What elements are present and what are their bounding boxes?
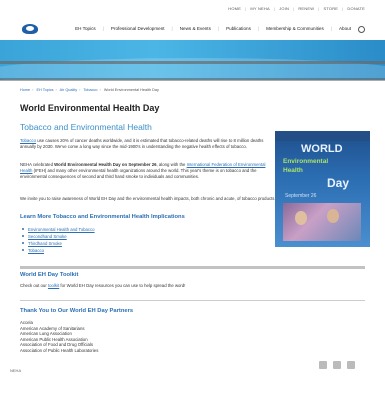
page-footer: NEHA: [0, 355, 385, 373]
separator: |: [318, 6, 320, 11]
list-item-secondhand[interactable]: Secondhand Smoke: [22, 233, 95, 240]
section-divider: [20, 266, 365, 269]
hero-banner: [0, 40, 385, 80]
toolkit-paragraph: Check out our toolkit for World EH Day r…: [20, 283, 320, 289]
main-nav: EH Topics | Professional Development | New…: [75, 26, 365, 33]
world-eh-day-poster: WORLD Environmental Health Day September…: [275, 131, 370, 247]
separator: |: [245, 6, 247, 11]
text: (IFEH) and many other environmental heal…: [20, 168, 257, 179]
nav-item-professional-development[interactable]: Professional Development: [111, 26, 165, 33]
topbar-link-join[interactable]: JOIN: [279, 6, 289, 16]
poster-text: WORLD: [301, 143, 343, 155]
topbar-link-my-neha[interactable]: MY NEHA: [250, 6, 270, 16]
breadcrumb-air-quality[interactable]: Air Quality: [60, 88, 78, 92]
nav-item-news-events[interactable]: News & Events: [180, 26, 211, 33]
nav-item-publications[interactable]: Publications: [226, 26, 251, 33]
intro-paragraph: Tobacco use causes 20% of cancer deaths …: [20, 138, 270, 150]
poster-text: Health: [283, 167, 303, 174]
text: for World EH Day resources you can use t…: [59, 283, 186, 288]
breadcrumb: Home › EH Topics › Air Quality › Tobacco › W…: [20, 88, 159, 92]
list-item-eh-tobacco[interactable]: Environmental Health and Tobacco: [22, 226, 95, 233]
poster-text: Environmental: [283, 158, 329, 165]
person-figure: [327, 209, 339, 223]
celebration-paragraph: NEHA celebrated World Environmental Heal…: [20, 162, 270, 180]
breadcrumb-home[interactable]: Home: [20, 88, 30, 92]
play-icon[interactable]: [333, 361, 341, 369]
tobacco-link[interactable]: Tobacco: [20, 138, 36, 143]
page-title: World Environmental Health Day: [20, 103, 160, 113]
separator: |: [293, 6, 295, 11]
separator: |: [217, 26, 220, 31]
learn-more-title: Learn More Tobacco and Environmental Hea…: [20, 214, 185, 220]
nav-item-membership[interactable]: Membership & Communities: [266, 26, 324, 33]
chevron-right-icon: ›: [55, 88, 57, 92]
breadcrumb-eh-topics[interactable]: EH Topics: [36, 88, 53, 92]
footer-controls: [319, 361, 355, 369]
learn-more-list: Environmental Health and Tobacco Secondh…: [20, 226, 95, 254]
poster-header: [275, 131, 370, 141]
breadcrumb-current: World Environmental Health Day: [103, 88, 159, 92]
banner-strip: [0, 78, 385, 81]
partners-list: Accela American Academy of Sanitarians A…: [20, 320, 220, 353]
separator: |: [171, 26, 173, 31]
person-figure: [295, 211, 307, 225]
topbar-link-store[interactable]: STORE: [323, 6, 338, 16]
chevron-right-icon: ›: [32, 88, 34, 92]
nav-item-eh-topics[interactable]: EH Topics: [75, 26, 96, 33]
poster-text: Day: [327, 176, 350, 190]
fullscreen-icon[interactable]: [347, 361, 355, 369]
partners-title: Thank You to Our World EH Day Partners: [20, 308, 134, 314]
awareness-paragraph: We invite you to raise awareness of Worl…: [20, 196, 276, 201]
separator: |: [330, 26, 332, 31]
separator: |: [273, 6, 276, 11]
topbar-link-home[interactable]: HOME: [228, 6, 241, 16]
pause-icon[interactable]: [319, 361, 327, 369]
separator: |: [102, 26, 104, 31]
chevron-right-icon: ›: [79, 88, 81, 92]
list-item-thirdhand[interactable]: Thirdhand Smoke: [22, 240, 95, 247]
event-date-text: World Environmental Health Day on Septem…: [54, 162, 157, 167]
separator: |: [342, 6, 344, 11]
utility-bar: HOME | MY NEHA | JOIN | RENEW | STORE | DONAT…: [0, 6, 385, 16]
breadcrumb-tobacco[interactable]: Tobacco: [83, 88, 97, 92]
section-title-tobacco: Tobacco and Environmental Health: [20, 122, 152, 132]
intro-text: use causes 20% of cancer deaths worldwid…: [20, 138, 264, 149]
banner-strip: [0, 61, 385, 64]
section-divider: [20, 300, 365, 301]
neha-logo[interactable]: [22, 24, 38, 34]
footer-label: NEHA: [10, 368, 22, 373]
topbar-link-donate[interactable]: DONATE: [347, 6, 365, 16]
poster-photo: [283, 203, 361, 241]
chevron-right-icon: ›: [99, 88, 101, 92]
poster-date: September 26: [285, 193, 317, 199]
separator: |: [257, 26, 260, 31]
toolkit-link[interactable]: toolkit: [48, 283, 59, 288]
toolkit-title: World EH Day Toolkit: [20, 272, 79, 278]
topbar-link-renew[interactable]: RENEW: [298, 6, 314, 16]
site-header: EH Topics | Professional Development | New…: [0, 18, 385, 38]
search-icon[interactable]: [358, 26, 365, 33]
nav-item-about[interactable]: About: [339, 26, 351, 33]
list-item-tobacco[interactable]: Tobacco: [22, 247, 95, 254]
text: NEHA celebrated: [20, 162, 55, 167]
text: Check out our: [20, 283, 48, 288]
text: , along with the: [156, 162, 187, 167]
partner-item: Association of Public Health Laboratorie…: [20, 347, 99, 353]
